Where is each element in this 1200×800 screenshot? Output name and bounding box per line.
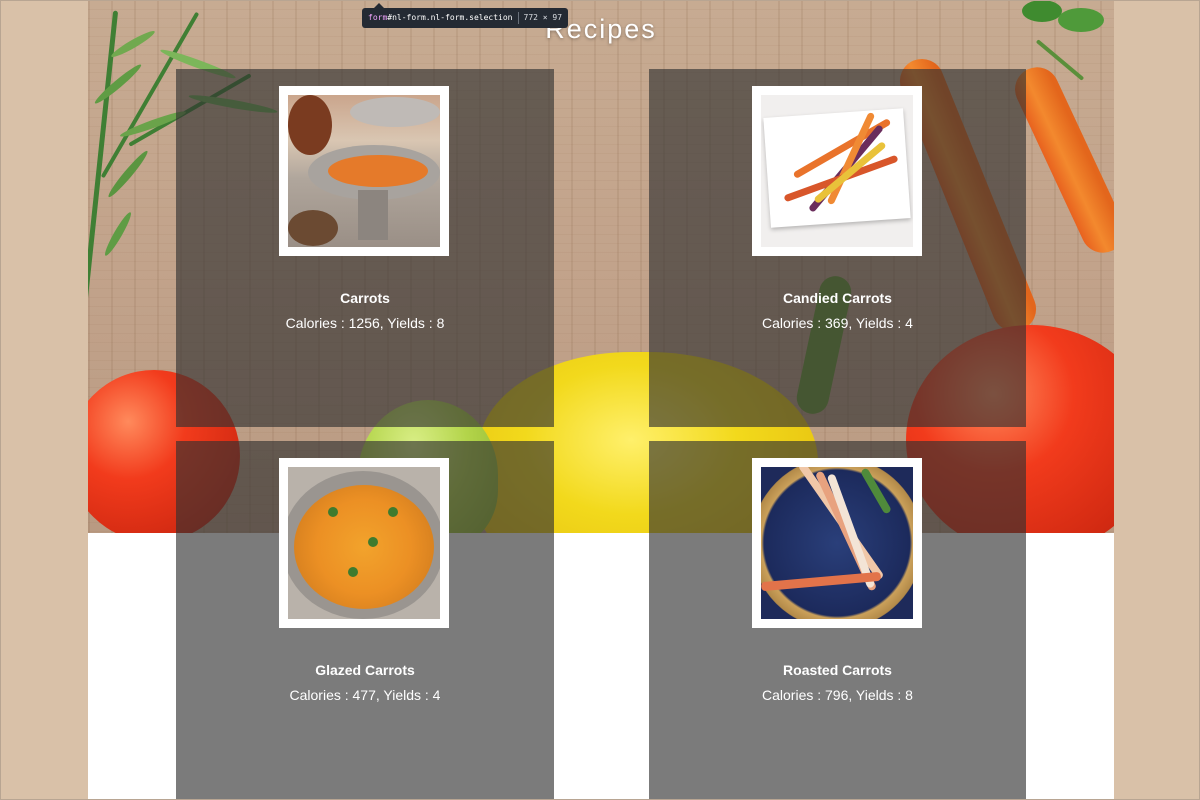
recipe-photo[interactable] bbox=[752, 86, 922, 256]
carrot-dish-photo-icon bbox=[288, 95, 440, 247]
recipe-card-carrots[interactable]: Carrots Calories : 1256, Yields : 8 bbox=[176, 69, 554, 427]
carrot-dish-photo-icon bbox=[761, 467, 913, 619]
recipe-name[interactable]: Roasted Carrots bbox=[649, 662, 1026, 678]
recipe-stats: Calories : 369, Yields : 4 bbox=[762, 315, 913, 331]
recipe-stats: Calories : 477, Yields : 4 bbox=[289, 687, 441, 703]
tooltip-selector-prefix: form bbox=[368, 13, 388, 22]
tooltip-dimensions: 772 × 97 bbox=[523, 13, 563, 22]
recipe-card-candied-carrots[interactable]: Candied Carrots Calories : 369, Yields :… bbox=[649, 69, 1026, 427]
page-title: Recipes bbox=[545, 14, 657, 44]
recipe-photo[interactable] bbox=[279, 86, 449, 256]
recipe-stats: Calories : 796, Yields : 8 bbox=[762, 687, 913, 703]
recipe-name[interactable]: Glazed Carrots bbox=[176, 662, 554, 678]
recipe-photo[interactable] bbox=[752, 458, 922, 628]
recipe-photo[interactable] bbox=[279, 458, 449, 628]
recipe-name[interactable]: Carrots bbox=[176, 290, 554, 306]
tooltip-separator bbox=[517, 11, 519, 24]
recipe-card-glazed-carrots[interactable]: Glazed Carrots Calories : 477, Yields : … bbox=[176, 441, 554, 800]
app-container: Recipes form#nl-form.nl-form.selection 77… bbox=[88, 0, 1114, 800]
carrot-dish-photo-icon bbox=[288, 467, 440, 619]
recipe-name[interactable]: Candied Carrots bbox=[649, 290, 1026, 306]
tooltip-selector: #nl-form.nl-form.selection bbox=[387, 13, 513, 22]
recipe-stats: Calories : 1256, Yields : 8 bbox=[285, 315, 445, 331]
devtools-tooltip: form#nl-form.nl-form.selection 772 × 97 bbox=[362, 3, 569, 28]
tooltip-arrow-icon bbox=[374, 3, 384, 8]
recipe-card-roasted-carrots[interactable]: Roasted Carrots Calories : 796, Yields :… bbox=[649, 441, 1026, 800]
carrot-dish-photo-icon bbox=[761, 95, 913, 247]
